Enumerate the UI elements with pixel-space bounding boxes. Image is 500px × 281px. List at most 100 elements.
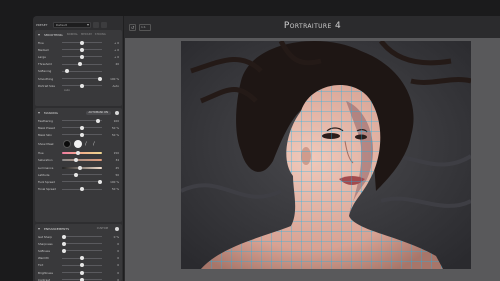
enhancements-section: ENHANCEMENTS CUSTOM Get Sharp 0 % Sharpnes…: [35, 224, 122, 281]
eyedropper-plus-icon[interactable]: ∕: [93, 141, 98, 147]
slider-row: Tonal Spread 50 %: [35, 186, 122, 193]
slider-knob[interactable]: [80, 256, 84, 261]
masking-section: MASKING AUTOMASK ON Feathering 100 Mask Pr…: [35, 108, 122, 222]
slider-track[interactable]: [62, 172, 102, 177]
slider-row: Tint 0: [35, 262, 122, 269]
slider-knob[interactable]: [80, 187, 84, 192]
smoothing-tab-medium[interactable]: MEDIUM: [81, 33, 92, 36]
slider-label: Luminance: [38, 165, 54, 170]
slider-value: + 0: [113, 54, 119, 59]
slider-track[interactable]: [62, 270, 102, 275]
preset-label: PRESET: [36, 23, 48, 27]
portrait-preview[interactable]: [181, 41, 471, 269]
slider-knob[interactable]: [96, 118, 100, 123]
slider-track[interactable]: [62, 234, 102, 239]
slider-label: Warmth: [38, 256, 49, 261]
collapse-caret-icon[interactable]: [38, 33, 40, 36]
smoothing-header[interactable]: SMOOTHING NORMAL MEDIUM STRONG: [35, 30, 122, 39]
slider-label: Fuzz Spread: [38, 179, 55, 184]
slider-track[interactable]: [62, 263, 102, 268]
slider-track[interactable]: [62, 165, 102, 170]
slider-row: Get Sharp 0 %: [35, 233, 122, 240]
slider-value: + 0: [113, 47, 119, 52]
slider-knob[interactable]: [80, 40, 84, 45]
slider-knob[interactable]: [80, 270, 84, 275]
slider-track[interactable]: [62, 187, 102, 192]
automask-pill[interactable]: AUTOMASK ON: [85, 110, 111, 115]
settings-panel: PRESET Default SMOOTHING NORMAL MEDIUM S…: [33, 16, 124, 281]
slider-row: Softening: [35, 68, 122, 75]
slider-knob[interactable]: [62, 234, 66, 239]
slider-knob[interactable]: [74, 158, 78, 163]
slider-value: 34: [115, 158, 119, 163]
slider-value: + 0: [113, 40, 119, 45]
slider-knob[interactable]: [80, 47, 84, 52]
slider-knob[interactable]: [80, 83, 84, 88]
slider-knob[interactable]: [80, 125, 84, 130]
slider-value: 100 %: [110, 179, 119, 184]
eyedropper-icon[interactable]: ∕: [85, 141, 90, 147]
preset-settings-button[interactable]: [101, 22, 107, 28]
slider-knob[interactable]: [80, 54, 84, 59]
slider-track[interactable]: [62, 158, 102, 163]
slider-track[interactable]: [62, 62, 102, 67]
mask-color-black[interactable]: [63, 140, 71, 149]
masking-title: MASKING: [44, 110, 58, 115]
slider-knob[interactable]: [76, 151, 80, 156]
slider-label: Brightness: [38, 270, 53, 275]
slider-track[interactable]: [62, 118, 102, 123]
slider-track[interactable]: [62, 241, 102, 246]
slider-value: 0: [117, 241, 119, 246]
slider-knob[interactable]: [80, 263, 84, 268]
slider-knob[interactable]: [80, 132, 84, 137]
slider-track[interactable]: [62, 40, 102, 45]
slider-row: Feathering 100: [35, 117, 122, 124]
slider-track[interactable]: [62, 277, 102, 281]
slider-row: Softness 0: [35, 247, 122, 254]
enhancements-menu-icon[interactable]: [115, 226, 119, 231]
smoothing-sliders: Fine + 0 Medium + 0 Large + 0 Threshold 20 Softe…: [35, 39, 122, 89]
slider-track[interactable]: [62, 83, 102, 88]
slider-knob[interactable]: [98, 179, 102, 184]
masking-header[interactable]: MASKING AUTOMASK ON: [35, 108, 122, 117]
slider-track[interactable]: [62, 248, 102, 253]
slider-row: Luminance 45: [35, 164, 122, 171]
masking-menu-icon[interactable]: [115, 110, 119, 115]
slider-label: Feathering: [38, 118, 53, 123]
preset-save-button[interactable]: [93, 22, 99, 28]
slider-value: 20: [115, 62, 119, 67]
slider-label: Tonal Spread: [38, 187, 56, 192]
slider-track[interactable]: [62, 47, 102, 52]
slider-label: Sharpness: [38, 241, 53, 246]
slider-knob[interactable]: [74, 172, 78, 177]
slider-knob[interactable]: [62, 241, 66, 246]
collapse-caret-icon[interactable]: [38, 227, 40, 230]
slider-track[interactable]: [62, 179, 102, 184]
slider-knob[interactable]: [64, 69, 69, 74]
slider-label: Medium: [38, 47, 50, 52]
slider-row: Sharpness 0: [35, 240, 122, 247]
slider-track[interactable]: [62, 256, 102, 261]
slider-knob[interactable]: [98, 76, 102, 81]
slider-track[interactable]: [62, 76, 102, 81]
slider-knob[interactable]: [78, 62, 82, 67]
slider-track[interactable]: [62, 69, 102, 74]
slider-track[interactable]: [62, 125, 102, 130]
enhancements-preset[interactable]: CUSTOM: [94, 227, 111, 231]
slider-track[interactable]: [62, 151, 102, 156]
slider-row: Threshold 20: [35, 61, 122, 68]
slider-track[interactable]: [62, 132, 102, 137]
slider-knob[interactable]: [62, 248, 66, 253]
smoothing-tab-strong[interactable]: STRONG: [95, 33, 106, 36]
preset-select[interactable]: Default: [53, 22, 91, 28]
app-title: Portraiture 4: [283, 21, 342, 31]
slider-track[interactable]: [62, 54, 102, 59]
slider-knob[interactable]: [78, 165, 82, 170]
mask-color-white[interactable]: [74, 140, 82, 149]
preview-canvas[interactable]: [125, 38, 500, 281]
smoothing-tab-normal[interactable]: NORMAL: [67, 33, 78, 36]
enhancements-header[interactable]: ENHANCEMENTS CUSTOM: [35, 224, 122, 233]
collapse-caret-icon[interactable]: [38, 111, 40, 114]
slider-value: 100: [113, 118, 119, 123]
smoothing-title: SMOOTHING: [44, 32, 63, 37]
